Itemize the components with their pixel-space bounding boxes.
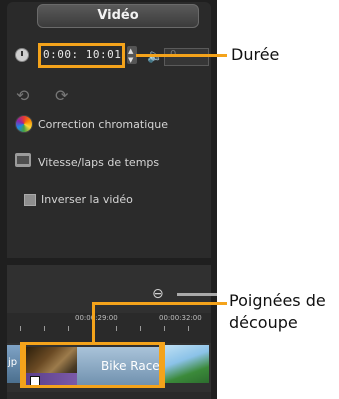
duration-callout-line: [136, 54, 227, 57]
reverse-checkbox[interactable]: [24, 194, 36, 206]
ruler-tick: [44, 326, 45, 331]
color-wheel-icon[interactable]: [15, 115, 33, 133]
ruler-tick: [140, 326, 141, 331]
ruler-tick: [116, 326, 117, 331]
duration-input[interactable]: 0:00: 10:01: [43, 48, 121, 61]
ruler-tick: [68, 326, 69, 331]
handles-callout-line: [92, 302, 227, 305]
zoom-slider[interactable]: [177, 293, 217, 296]
stepper-up-icon[interactable]: ▲: [128, 47, 133, 55]
callout-duration: Durée: [231, 45, 280, 64]
trim-selection[interactable]: [20, 342, 165, 388]
film-speed-icon[interactable]: [15, 153, 31, 167]
rotate-left-icon[interactable]: ⟲: [16, 86, 29, 105]
ruler-tick: [164, 326, 165, 331]
reverse-label: Inverser la vidéo: [41, 193, 133, 206]
ruler-time-right: 00:00:32:00: [159, 314, 202, 322]
rotate-right-icon[interactable]: ⟳: [55, 86, 68, 105]
tab-video[interactable]: Vidéo: [37, 4, 199, 28]
speed-option[interactable]: Vitesse/laps de temps: [38, 156, 159, 169]
trim-handle-left[interactable]: [20, 342, 26, 388]
clip-previous-label: jp: [8, 357, 18, 368]
callout-handles-line1: Poignées de: [229, 291, 326, 310]
zoom-out-icon[interactable]: ⊖: [152, 286, 164, 302]
clock-icon: [15, 48, 29, 62]
clip-next[interactable]: [165, 345, 209, 383]
trim-handle-right[interactable]: [159, 342, 165, 388]
timeline-scrollbar[interactable]: [7, 392, 211, 399]
stepper-down-icon[interactable]: ▼: [128, 56, 133, 64]
handles-callout-line-vertical: [92, 302, 95, 344]
ruler-tick: [188, 326, 189, 331]
color-correction-option[interactable]: Correction chromatique: [38, 118, 168, 131]
ruler-tick: [20, 326, 21, 331]
callout-handles-line2: découpe: [229, 313, 298, 332]
ruler-time-left: 00:00:29:00: [75, 314, 118, 322]
